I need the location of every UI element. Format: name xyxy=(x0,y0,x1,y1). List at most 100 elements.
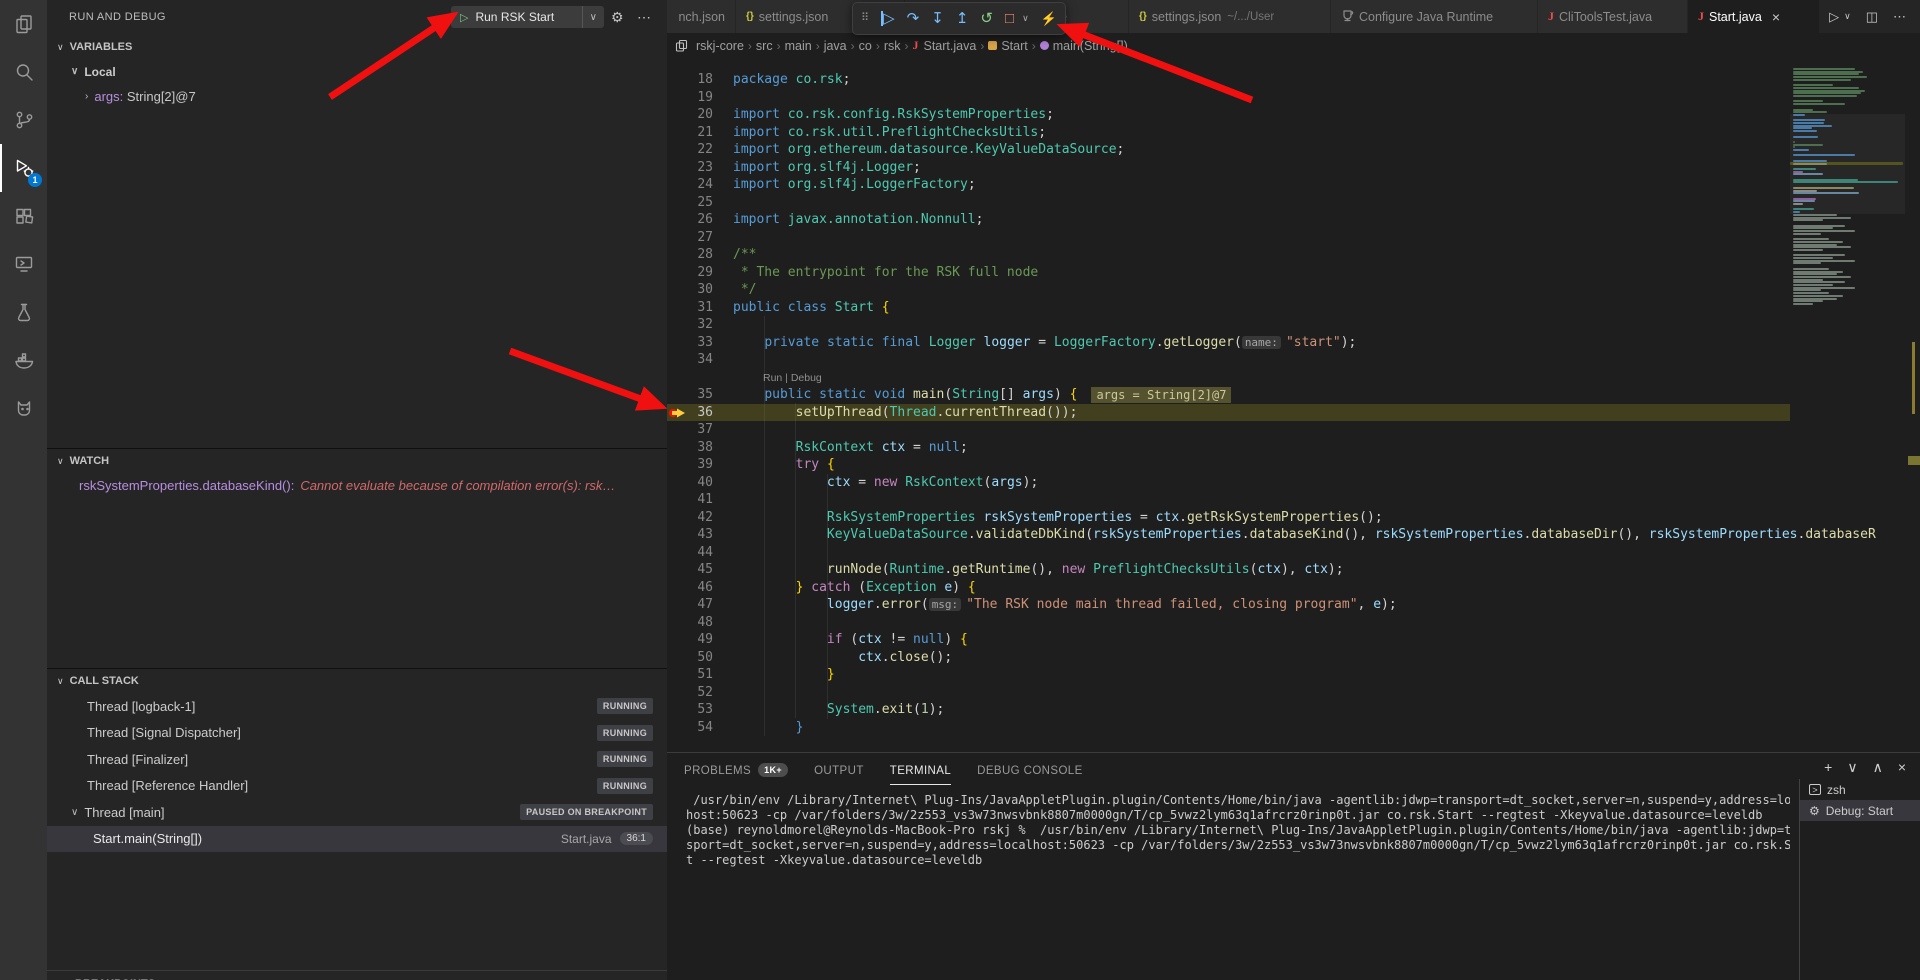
gutter[interactable] xyxy=(667,509,689,527)
gutter[interactable] xyxy=(667,666,689,684)
gutter[interactable] xyxy=(667,526,689,544)
continue-icon[interactable]: ▷ xyxy=(881,11,895,26)
step-over-icon[interactable]: ↷ xyxy=(907,11,920,26)
gutter[interactable] xyxy=(667,684,689,702)
more-icon[interactable]: ⋯ xyxy=(1893,9,1906,25)
breadcrumb-item[interactable]: main(String[]) xyxy=(1040,39,1128,53)
gutter[interactable] xyxy=(667,89,689,107)
terminal-dropdown-icon[interactable]: ∨ xyxy=(1847,759,1857,776)
gutter[interactable] xyxy=(667,456,689,474)
open-editors-icon[interactable] xyxy=(675,39,688,52)
gutter[interactable] xyxy=(667,281,689,299)
variables-header[interactable]: ∨VARIABLES xyxy=(47,35,667,59)
gutter[interactable] xyxy=(667,246,689,264)
gutter[interactable] xyxy=(667,421,689,439)
thread-row[interactable]: ∨Thread [main]PAUSED ON BREAKPOINT xyxy=(47,799,667,826)
gutter[interactable] xyxy=(667,439,689,457)
gutter[interactable] xyxy=(667,106,689,124)
stop-dropdown-icon[interactable]: ∨ xyxy=(1022,14,1029,23)
pets-icon[interactable] xyxy=(0,384,47,432)
panel-tab-problems[interactable]: PROBLEMS1K+ xyxy=(684,753,788,787)
gear-icon[interactable]: ⚙ xyxy=(611,0,624,35)
gutter[interactable] xyxy=(667,596,689,614)
gutter[interactable] xyxy=(667,561,689,579)
gutter[interactable] xyxy=(667,491,689,509)
run-icon[interactable]: ▷ xyxy=(1829,9,1839,25)
thread-row[interactable]: Thread [Reference Handler]RUNNING xyxy=(47,773,667,800)
breadcrumb-item[interactable]: rskj-core xyxy=(696,39,744,53)
source-control-icon[interactable] xyxy=(0,96,47,144)
stop-icon[interactable]: □ xyxy=(1005,11,1014,26)
step-out-icon[interactable]: ↥ xyxy=(956,11,969,26)
variables-scope[interactable]: ∨Local xyxy=(47,59,667,84)
breadcrumb-item[interactable]: main xyxy=(785,39,812,53)
tab-clitoolstest-java[interactable]: JCliToolsTest.java xyxy=(1538,0,1688,33)
close-icon[interactable]: × xyxy=(1772,9,1780,25)
breadcrumb-item[interactable]: src xyxy=(756,39,773,53)
gutter[interactable] xyxy=(667,176,689,194)
thread-row[interactable]: Thread [logback-1]RUNNING xyxy=(47,693,667,720)
docker-icon[interactable] xyxy=(0,336,47,384)
terminal-list-item[interactable]: >zsh xyxy=(1800,779,1920,800)
extensions-icon[interactable] xyxy=(0,192,47,240)
gutter[interactable] xyxy=(667,141,689,159)
gutter[interactable] xyxy=(667,211,689,229)
gutter[interactable] xyxy=(667,386,689,404)
panel-tab-debug-console[interactable]: DEBUG CONSOLE xyxy=(977,753,1083,787)
gutter[interactable] xyxy=(667,579,689,597)
run-dropdown-icon[interactable]: ∨ xyxy=(1844,11,1851,22)
gutter[interactable] xyxy=(667,701,689,719)
tab-nch-json[interactable]: nch.json xyxy=(667,0,736,33)
gutter[interactable] xyxy=(667,71,689,89)
new-terminal-icon[interactable]: + xyxy=(1824,759,1832,776)
breadcrumb-item[interactable]: rsk xyxy=(884,39,901,53)
variable-row[interactable]: ›args: String[2]@7 xyxy=(47,84,667,109)
codelens-run-debug[interactable]: Run | Debug xyxy=(667,369,1790,387)
tab-start-java[interactable]: JStart.java× xyxy=(1688,0,1820,33)
breadcrumb-item[interactable]: java xyxy=(824,39,847,53)
breadcrumb-item[interactable]: JStart.java xyxy=(913,38,977,53)
gutter[interactable] xyxy=(667,159,689,177)
remote-explorer-icon[interactable] xyxy=(0,240,47,288)
gutter[interactable] xyxy=(667,351,689,369)
gutter[interactable] xyxy=(667,614,689,632)
step-into-icon[interactable]: ↧ xyxy=(931,11,944,26)
gutter[interactable] xyxy=(667,316,689,334)
gutter[interactable] xyxy=(667,649,689,667)
gutter[interactable] xyxy=(667,334,689,352)
gutter[interactable] xyxy=(667,299,689,317)
tab-configure-java-runtime[interactable]: Configure Java Runtime xyxy=(1331,0,1538,33)
run-and-debug-icon[interactable]: 1 xyxy=(0,144,47,192)
thread-row[interactable]: Thread [Finalizer]RUNNING xyxy=(47,746,667,773)
maximize-panel-icon[interactable]: ∧ xyxy=(1873,759,1883,776)
more-icon[interactable]: ⋯ xyxy=(637,0,651,35)
gutter[interactable] xyxy=(667,124,689,142)
code-editor[interactable]: 18package co.rsk;1920import co.rsk.confi… xyxy=(667,58,1920,752)
minimap[interactable] xyxy=(1790,58,1905,752)
stack-frame-row[interactable]: Start.main(String[])Start.java36:1 xyxy=(47,826,667,853)
breadcrumb-item[interactable]: Start xyxy=(988,39,1027,53)
gutter[interactable] xyxy=(667,719,689,737)
explorer-icon[interactable] xyxy=(0,0,47,48)
run-config-dropdown[interactable]: ▷ Run RSK Start ∨ xyxy=(451,6,604,28)
panel-tab-terminal[interactable]: TERMINAL xyxy=(890,753,951,787)
call-stack-header[interactable]: ∨CALL STACK xyxy=(47,669,667,693)
hot-code-replace-icon[interactable]: ⚡ xyxy=(1041,12,1057,25)
terminal-list-item[interactable]: ⚙Debug: Start xyxy=(1800,800,1920,821)
gutter[interactable] xyxy=(667,229,689,247)
restart-icon[interactable]: ↺ xyxy=(980,11,993,26)
gutter[interactable] xyxy=(667,474,689,492)
terminal-output[interactable]: /usr/bin/env /Library/Internet\ Plug-Ins… xyxy=(686,793,1790,868)
current-line-breakpoint-icon[interactable] xyxy=(667,404,689,422)
gutter[interactable] xyxy=(667,264,689,282)
thread-row[interactable]: Thread [Signal Dispatcher]RUNNING xyxy=(47,720,667,747)
watch-expression-row[interactable]: rskSystemProperties.databaseKind():Canno… xyxy=(47,473,667,498)
breadcrumb-item[interactable]: co xyxy=(859,39,872,53)
gutter[interactable] xyxy=(667,631,689,649)
gutter[interactable] xyxy=(667,544,689,562)
breakpoints-section[interactable]: BREAKPOINTS xyxy=(47,970,667,980)
drag-handle-icon[interactable]: ⠿ xyxy=(861,13,869,24)
close-panel-icon[interactable]: × xyxy=(1898,759,1906,776)
watch-header[interactable]: ∨WATCH xyxy=(47,449,667,473)
split-editor-icon[interactable]: ◫ xyxy=(1866,9,1878,25)
